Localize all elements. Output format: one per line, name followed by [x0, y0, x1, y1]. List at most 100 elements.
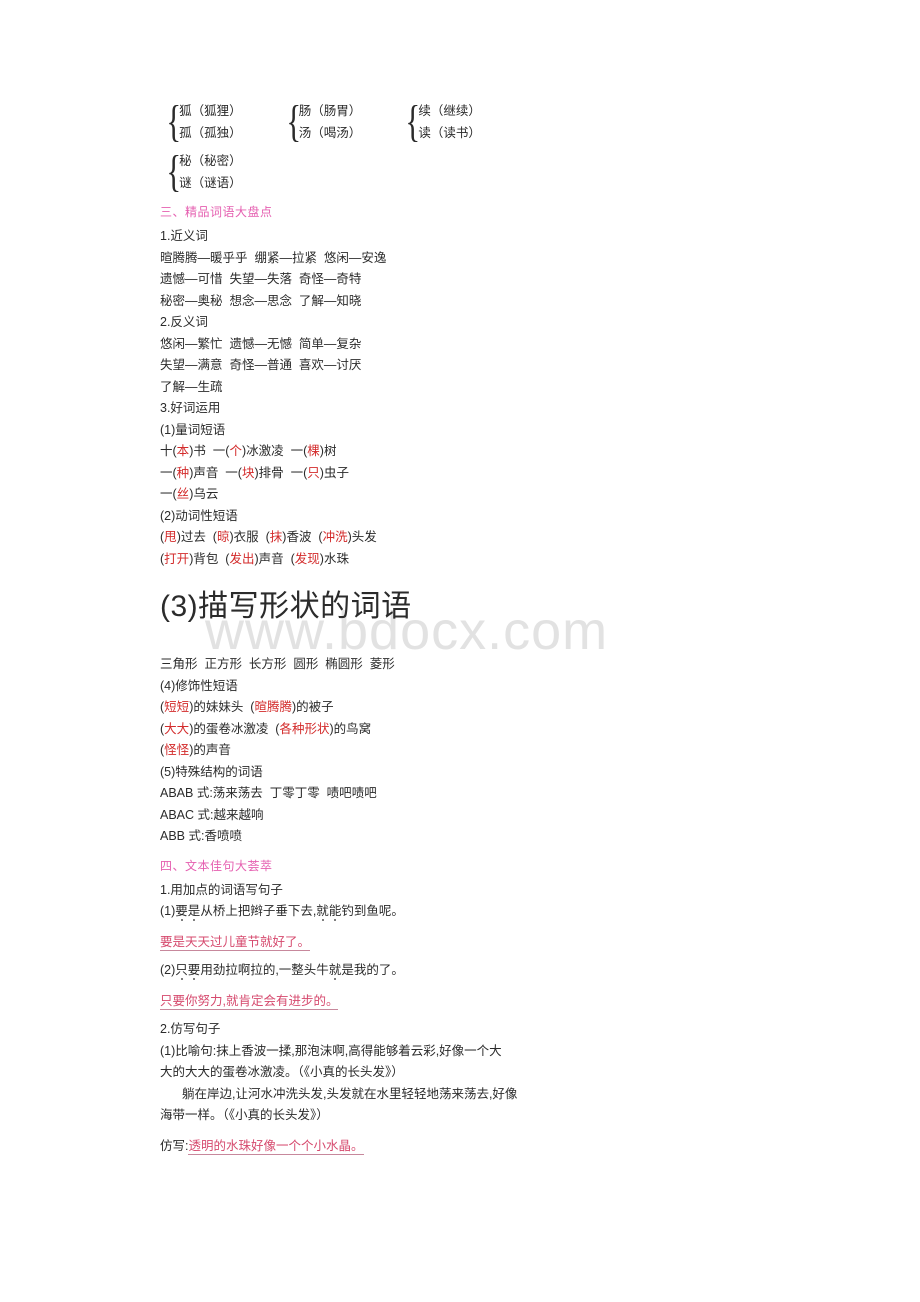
measure-word-line: 十(本)书 一(个)冰激凌 一(棵)树 [160, 441, 780, 463]
highlighted-word: 怪怪 [164, 743, 190, 757]
synonym-line: 遗憾—可惜 失望—失落 奇怪—奇特 [160, 272, 362, 286]
highlighted-word: 短短 [164, 700, 190, 714]
plain-text: 一( [160, 487, 177, 501]
subsection-label-antonyms: 2.反义词 [160, 315, 208, 329]
section-heading-three: 三、精品词语大盘点 [160, 205, 273, 219]
measure-word-line: 一(丝)乌云 [160, 484, 780, 506]
subsection-label-word-usage: 3.好词运用 [160, 401, 221, 415]
antonym-line: 悠闲—繁忙 遗憾—无憾 简单—复杂 [160, 336, 362, 351]
brace-row: { 狐（狐狸） 孤（孤独） { 肠（肠胃） 汤（喝汤） { 续（继续） 读（读书… [160, 100, 780, 144]
measure-word-label: (1)量词短语 [160, 422, 226, 437]
highlighted-word: 块 [241, 465, 255, 480]
special-structure-line: ABAC 式:越来越响 [160, 807, 264, 822]
highlighted-word: 棵 [307, 444, 320, 458]
highlighted-word: 大大 [164, 721, 190, 736]
measure-word-line: 一(种)声音 一(块)排骨 一(只)虫子 [160, 463, 780, 485]
plain-text: )的妹妹头 ( [189, 700, 255, 714]
plain-text: 钓到鱼呢。 [341, 904, 404, 918]
plain-text: 一( [160, 465, 177, 480]
answer-one: 要是天天过儿童节就好了。 [160, 932, 780, 954]
brace-item-top: 续（继续） [418, 104, 481, 118]
highlighted-word: 暄腾腾 [254, 700, 292, 714]
answer-text: 要是天天过儿童节就好了。 [160, 934, 311, 951]
antonym-line: 了解—生疏 [160, 379, 223, 394]
brace-group: { 续（继续） 读（读书） [399, 100, 481, 144]
shape-words-line: 三角形 正方形 长方形 圆形 椭圆形 菱形 [160, 657, 395, 671]
emphasis-dotted-char: 是 [187, 904, 201, 918]
plain-text: )衣服 ( [229, 530, 270, 544]
document-content: { 狐（狐狸） 孤（孤独） { 肠（肠胃） 汤（喝汤） { 续（继续） 读（读书… [160, 100, 780, 1164]
question-number: (1) [160, 904, 176, 918]
highlighted-word: 种 [176, 465, 190, 480]
answer-text: 只要你努力,就肯定会有进步的。 [160, 993, 339, 1010]
imitation-answer-text: 透明的水珠好像一个个小水晶。 [188, 1138, 364, 1155]
highlighted-word: 打开 [164, 551, 190, 566]
verb-phrase-line: (打开)背包 (发出)声音 (发现)水珠 [160, 549, 780, 571]
modifier-phrase-line: (短短)的妹妹头 (暄腾腾)的被子 [160, 697, 780, 719]
synonym-line: 秘密—奥秘 想念—思念 了解—知晓 [160, 293, 362, 308]
antonym-line: 失望—满意 奇怪—普通 喜欢—讨厌 [160, 358, 362, 372]
document-page: www.bdocx.com { 狐（狐狸） 孤（孤独） { 肠（肠胃） 汤（喝汤… [0, 0, 920, 1302]
plain-text: )过去 ( [176, 530, 217, 544]
plain-text: )声音 ( [254, 551, 295, 566]
highlighted-word: 只 [307, 465, 320, 480]
emphasis-dotted-char: 只 [175, 963, 188, 977]
plain-text: )水珠 [319, 551, 349, 566]
special-structure-line: ABAB 式:荡来荡去 丁零丁零 啧吧啧吧 [160, 786, 377, 800]
brace-group: { 秘（秘密） 谜（谜语） [160, 150, 242, 194]
shape-words-heading: (3)描写形状的词语 [160, 590, 412, 623]
question-two: (2)只要用劲拉啊拉的,一整头牛就是我的了。 [160, 960, 780, 982]
brace-group: { 肠（肠胃） 汤（喝汤） [280, 97, 362, 146]
brace-item-top: 肠（肠胃） [298, 104, 362, 118]
curly-brace-icon: { [405, 97, 421, 146]
modifier-phrase-label: (4)修饰性短语 [160, 678, 238, 693]
plain-text: )树 [319, 444, 337, 458]
plain-text: )书 一( [189, 444, 230, 458]
emphasis-dotted-char: 就 [328, 963, 342, 977]
example-sentence-line: (1)比喻句:抹上香波一揉,那泡沫啊,高得能够着云彩,好像一个大 [160, 1043, 502, 1058]
plain-text: )声音 一( [189, 465, 242, 480]
plain-text: )头发 [347, 530, 377, 544]
plain-text: )的被子 [291, 700, 334, 714]
imitation-answer-row: 仿写:透明的水珠好像一个个小水晶。 [160, 1136, 780, 1158]
example-sentence-line: 躺在岸边,让河水冲洗头发,头发就在水里轻轻地荡来荡去,好像 [182, 1086, 518, 1101]
emphasis-dotted-char: 就 [316, 904, 329, 918]
example-sentence-line: 大的大大的蛋卷冰激凌。（《小真的长头发》） [160, 1065, 404, 1079]
brace-item-bottom: 读（读书） [418, 126, 481, 140]
highlighted-word: 甩 [164, 530, 177, 544]
plain-text: )排骨 一( [254, 465, 308, 480]
plain-text: 十( [160, 444, 177, 458]
brace-item-bottom: 汤（喝汤） [298, 126, 362, 140]
emphasis-dotted-char: 要 [187, 963, 201, 977]
highlighted-word: 发现 [294, 551, 320, 566]
section-heading-four: 四、文本佳句大荟萃 [160, 858, 273, 873]
sentence-writing-label: 1.用加点的词语写句子 [160, 882, 283, 897]
plain-text: )的声音 [189, 743, 231, 757]
brace-item-top: 秘（秘密） [179, 154, 242, 168]
brace-group: { 狐（狐狸） 孤（孤独） [160, 100, 242, 144]
plain-text: )背包 ( [189, 551, 230, 566]
imitation-prefix: 仿写: [160, 1138, 189, 1153]
synonym-line: 暄腾腾—暖乎乎 绷紧—拉紧 悠闲—安逸 [160, 250, 387, 265]
plain-text: 用劲拉啊拉的,一整头牛 [200, 963, 329, 977]
subsection-label-synonyms: 1.近义词 [160, 229, 208, 243]
plain-text: )乌云 [189, 487, 219, 501]
verb-phrase-line: (甩)过去 (晾)衣服 (抹)香波 (冲洗)头发 [160, 527, 780, 549]
answer-two: 只要你努力,就肯定会有进步的。 [160, 991, 780, 1013]
brace-item-top: 狐（狐狸） [179, 104, 242, 118]
highlighted-word: 丝 [176, 487, 190, 501]
highlighted-word: 个 [229, 444, 242, 458]
plain-text: 从桥上把辫子垂下去, [200, 904, 317, 918]
plain-text: 是我的了。 [341, 963, 404, 977]
plain-text: )虫子 [319, 465, 349, 480]
modifier-phrase-line: (大大)的蛋卷冰激凌 (各种形状)的鸟窝 [160, 719, 780, 741]
question-one: (1)要是从桥上把辫子垂下去,就能钓到鱼呢。 [160, 901, 780, 923]
highlighted-word: 本 [176, 444, 190, 458]
emphasis-dotted-char: 能 [328, 904, 342, 918]
highlighted-word: 发出 [229, 551, 255, 566]
highlighted-word: 各种形状 [279, 721, 330, 736]
brace-item-bottom: 孤（孤独） [179, 126, 242, 140]
curly-brace-icon: { [285, 97, 301, 146]
highlighted-word: 冲洗 [322, 530, 348, 544]
example-sentence-line: 海带一样。（《小真的长头发》） [160, 1108, 329, 1122]
